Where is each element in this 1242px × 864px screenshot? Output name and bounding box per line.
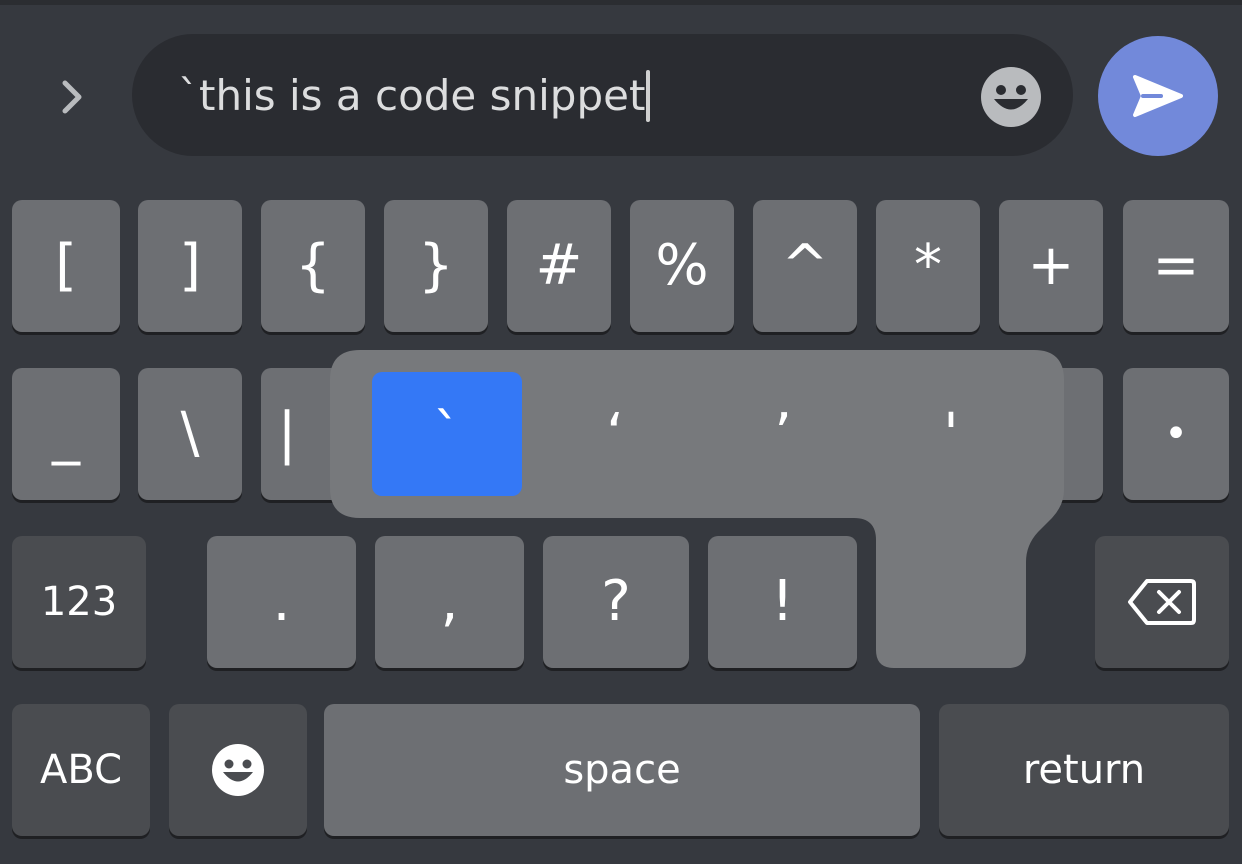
key-backslash[interactable]: \ — [138, 368, 242, 500]
key-label: return — [1022, 747, 1146, 793]
key-label: | — [277, 401, 297, 466]
expand-button[interactable] — [42, 67, 102, 127]
key-label: . — [272, 569, 291, 634]
key-label: _ — [52, 401, 80, 466]
key-exclamation[interactable]: ! — [708, 536, 857, 668]
accent-option-label: ‘ — [606, 401, 624, 467]
key-label: } — [418, 233, 454, 298]
key-left-brace[interactable]: { — [261, 200, 365, 332]
key-period[interactable]: . — [207, 536, 356, 668]
key-label: % — [655, 233, 709, 298]
key-label: ^ — [781, 233, 829, 298]
key-pipe[interactable]: | — [261, 368, 365, 500]
numbers-key[interactable]: 123 — [12, 536, 146, 668]
key-label: { — [295, 233, 331, 298]
key-equals[interactable]: = — [1123, 200, 1229, 332]
text-caret — [646, 70, 651, 122]
emoji-face-icon — [212, 744, 264, 796]
key-label: ? — [601, 569, 631, 634]
key-comma[interactable]: , — [375, 536, 524, 668]
key-right-bracket[interactable]: ] — [138, 200, 242, 332]
key-underscore[interactable]: _ — [12, 368, 120, 500]
key-label: ABC — [39, 747, 123, 793]
key-label: \ — [180, 401, 200, 466]
accent-option-apostrophe[interactable]: ' — [876, 372, 1026, 496]
key-label: ] — [179, 233, 201, 298]
key-label: * — [914, 233, 942, 298]
key-label: # — [535, 233, 583, 298]
key-label: space — [563, 747, 681, 793]
emoji-keyboard-key[interactable] — [169, 704, 307, 836]
key-hash[interactable]: # — [507, 200, 611, 332]
key-label: = — [1152, 233, 1200, 298]
abc-key[interactable]: ABC — [12, 704, 150, 836]
key-caret[interactable]: ^ — [753, 200, 857, 332]
key-bullet[interactable]: • — [1123, 368, 1229, 500]
chevron-right-icon — [62, 80, 82, 114]
key-plus[interactable]: + — [999, 200, 1103, 332]
key-percent[interactable]: % — [630, 200, 734, 332]
backspace-key[interactable] — [1095, 536, 1229, 668]
accent-option-label: ’ — [774, 401, 792, 467]
accent-option-label: ` — [433, 401, 461, 467]
space-key[interactable]: space — [324, 704, 920, 836]
accent-option-left-quote[interactable]: ‘ — [540, 372, 690, 496]
emoji-face-icon[interactable] — [980, 66, 1042, 128]
accent-option-right-quote[interactable]: ’ — [708, 372, 858, 496]
key-left-bracket[interactable]: [ — [12, 200, 120, 332]
message-input-text[interactable]: `this is a code snippet — [178, 70, 651, 122]
send-icon — [1133, 75, 1183, 117]
key-label: [ — [55, 233, 77, 298]
accent-option-grave[interactable]: ` — [372, 372, 522, 496]
key-label: ! — [771, 569, 794, 634]
key-right-brace[interactable]: } — [384, 200, 488, 332]
accent-option-label: ' — [943, 401, 959, 467]
backspace-icon — [1128, 579, 1196, 625]
send-button[interactable] — [1098, 36, 1218, 156]
key-label: 123 — [40, 579, 118, 625]
key-label: , — [440, 569, 459, 634]
message-input[interactable]: `this is a code snippet — [132, 34, 1073, 156]
chat-input-bar: `this is a code snippet — [0, 5, 1242, 175]
key-asterisk[interactable]: * — [876, 200, 980, 332]
return-key[interactable]: return — [939, 704, 1229, 836]
key-label: + — [1027, 233, 1075, 298]
key-label: • — [1164, 411, 1188, 457]
key-question[interactable]: ? — [543, 536, 689, 668]
